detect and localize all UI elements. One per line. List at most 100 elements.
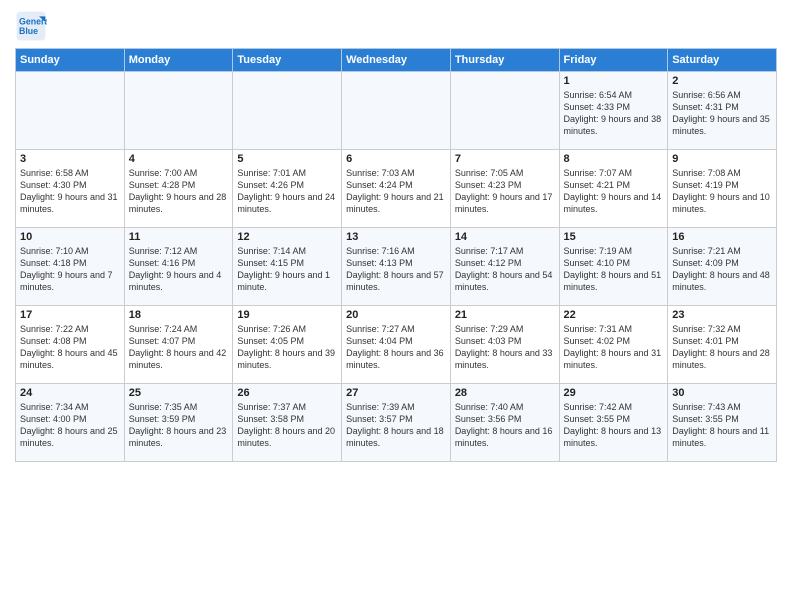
day-cell: 17 Sunrise: 7:22 AM Sunset: 4:08 PM Dayli… (16, 306, 125, 384)
day-info: Sunrise: 7:17 AM Sunset: 4:12 PM Dayligh… (455, 245, 555, 294)
logo: General Blue (15, 10, 51, 42)
day-info: Sunrise: 7:05 AM Sunset: 4:23 PM Dayligh… (455, 167, 555, 216)
day-cell (124, 72, 233, 150)
header-day-sunday: Sunday (16, 49, 125, 72)
day-info: Sunrise: 7:14 AM Sunset: 4:15 PM Dayligh… (237, 245, 337, 294)
day-info: Sunrise: 7:00 AM Sunset: 4:28 PM Dayligh… (129, 167, 229, 216)
day-info: Sunrise: 7:31 AM Sunset: 4:02 PM Dayligh… (564, 323, 664, 372)
day-cell: 5Sunrise: 7:01 AM Sunset: 4:26 PM Daylig… (233, 150, 342, 228)
svg-text:Blue: Blue (19, 26, 38, 36)
day-number: 4 (129, 153, 229, 165)
day-info: Sunrise: 7:37 AM Sunset: 3:58 PM Dayligh… (237, 401, 337, 450)
day-cell (16, 72, 125, 150)
day-cell: 21 Sunrise: 7:29 AM Sunset: 4:03 PM Dayli… (450, 306, 559, 384)
day-number: 23 (672, 309, 772, 321)
day-info: Sunrise: 7:42 AM Sunset: 3:55 PM Dayligh… (564, 401, 664, 450)
day-cell: 25 Sunrise: 7:35 AM Sunset: 3:59 PM Dayli… (124, 384, 233, 462)
day-number: 21 (455, 309, 555, 321)
logo-icon: General Blue (15, 10, 47, 42)
day-cell: 16 Sunrise: 7:21 AM Sunset: 4:09 PM Dayli… (668, 228, 777, 306)
day-number: 7 (455, 153, 555, 165)
day-info: Sunrise: 7:35 AM Sunset: 3:59 PM Dayligh… (129, 401, 229, 450)
day-info: Sunrise: 7:32 AM Sunset: 4:01 PM Dayligh… (672, 323, 772, 372)
day-cell: 2Sunrise: 6:56 AM Sunset: 4:31 PM Daylig… (668, 72, 777, 150)
header-day-saturday: Saturday (668, 49, 777, 72)
header-day-wednesday: Wednesday (342, 49, 451, 72)
day-info: Sunrise: 6:56 AM Sunset: 4:31 PM Dayligh… (672, 89, 772, 138)
day-info: Sunrise: 6:54 AM Sunset: 4:33 PM Dayligh… (564, 89, 664, 138)
header-day-monday: Monday (124, 49, 233, 72)
day-info: Sunrise: 7:34 AM Sunset: 4:00 PM Dayligh… (20, 401, 120, 450)
day-info: Sunrise: 7:22 AM Sunset: 4:08 PM Dayligh… (20, 323, 120, 372)
day-cell: 23 Sunrise: 7:32 AM Sunset: 4:01 PM Dayli… (668, 306, 777, 384)
header: General Blue (15, 10, 777, 42)
week-row-4: 17 Sunrise: 7:22 AM Sunset: 4:08 PM Dayli… (16, 306, 777, 384)
day-info: Sunrise: 7:27 AM Sunset: 4:04 PM Dayligh… (346, 323, 446, 372)
day-info: Sunrise: 7:07 AM Sunset: 4:21 PM Dayligh… (564, 167, 664, 216)
day-number: 30 (672, 387, 772, 399)
day-info: Sunrise: 7:08 AM Sunset: 4:19 PM Dayligh… (672, 167, 772, 216)
day-number: 6 (346, 153, 446, 165)
day-number: 19 (237, 309, 337, 321)
week-row-3: 10 Sunrise: 7:10 AM Sunset: 4:18 PM Dayli… (16, 228, 777, 306)
page: General Blue SundayMondayTuesdayWednesda… (0, 0, 792, 612)
calendar-body: 1 Sunrise: 6:54 AM Sunset: 4:33 PM Daylig… (16, 72, 777, 462)
day-cell: 12 Sunrise: 7:14 AM Sunset: 4:15 PM Dayli… (233, 228, 342, 306)
week-row-2: 3Sunrise: 6:58 AM Sunset: 4:30 PM Daylig… (16, 150, 777, 228)
day-cell: 24 Sunrise: 7:34 AM Sunset: 4:00 PM Dayli… (16, 384, 125, 462)
day-info: Sunrise: 7:03 AM Sunset: 4:24 PM Dayligh… (346, 167, 446, 216)
day-info: Sunrise: 7:16 AM Sunset: 4:13 PM Dayligh… (346, 245, 446, 294)
day-cell: 18Sunrise: 7:24 AM Sunset: 4:07 PM Dayli… (124, 306, 233, 384)
day-number: 28 (455, 387, 555, 399)
day-cell: 22 Sunrise: 7:31 AM Sunset: 4:02 PM Dayli… (559, 306, 668, 384)
day-cell: 7 Sunrise: 7:05 AM Sunset: 4:23 PM Daylig… (450, 150, 559, 228)
day-cell: 3Sunrise: 6:58 AM Sunset: 4:30 PM Daylig… (16, 150, 125, 228)
day-number: 20 (346, 309, 446, 321)
day-number: 27 (346, 387, 446, 399)
day-info: Sunrise: 7:19 AM Sunset: 4:10 PM Dayligh… (564, 245, 664, 294)
day-info: Sunrise: 7:26 AM Sunset: 4:05 PM Dayligh… (237, 323, 337, 372)
day-cell: 11Sunrise: 7:12 AM Sunset: 4:16 PM Dayli… (124, 228, 233, 306)
day-info: Sunrise: 7:39 AM Sunset: 3:57 PM Dayligh… (346, 401, 446, 450)
day-info: Sunrise: 7:01 AM Sunset: 4:26 PM Dayligh… (237, 167, 337, 216)
day-info: Sunrise: 7:21 AM Sunset: 4:09 PM Dayligh… (672, 245, 772, 294)
day-info: Sunrise: 6:58 AM Sunset: 4:30 PM Dayligh… (20, 167, 120, 216)
header-day-thursday: Thursday (450, 49, 559, 72)
calendar-table: SundayMondayTuesdayWednesdayThursdayFrid… (15, 48, 777, 462)
day-info: Sunrise: 7:12 AM Sunset: 4:16 PM Dayligh… (129, 245, 229, 294)
day-number: 9 (672, 153, 772, 165)
day-number: 12 (237, 231, 337, 243)
day-info: Sunrise: 7:29 AM Sunset: 4:03 PM Dayligh… (455, 323, 555, 372)
day-number: 16 (672, 231, 772, 243)
day-number: 15 (564, 231, 664, 243)
day-cell: 30 Sunrise: 7:43 AM Sunset: 3:55 PM Dayli… (668, 384, 777, 462)
day-number: 18 (129, 309, 229, 321)
day-cell: 4 Sunrise: 7:00 AM Sunset: 4:28 PM Daylig… (124, 150, 233, 228)
day-number: 17 (20, 309, 120, 321)
day-cell: 10 Sunrise: 7:10 AM Sunset: 4:18 PM Dayli… (16, 228, 125, 306)
day-info: Sunrise: 7:43 AM Sunset: 3:55 PM Dayligh… (672, 401, 772, 450)
day-number: 24 (20, 387, 120, 399)
day-cell: 26 Sunrise: 7:37 AM Sunset: 3:58 PM Dayli… (233, 384, 342, 462)
day-cell: 19 Sunrise: 7:26 AM Sunset: 4:05 PM Dayli… (233, 306, 342, 384)
day-cell (342, 72, 451, 150)
day-number: 10 (20, 231, 120, 243)
header-row: SundayMondayTuesdayWednesdayThursdayFrid… (16, 49, 777, 72)
day-number: 13 (346, 231, 446, 243)
day-cell: 6 Sunrise: 7:03 AM Sunset: 4:24 PM Daylig… (342, 150, 451, 228)
day-cell (233, 72, 342, 150)
day-cell: 20 Sunrise: 7:27 AM Sunset: 4:04 PM Dayli… (342, 306, 451, 384)
day-info: Sunrise: 7:40 AM Sunset: 3:56 PM Dayligh… (455, 401, 555, 450)
day-info: Sunrise: 7:10 AM Sunset: 4:18 PM Dayligh… (20, 245, 120, 294)
day-cell: 8Sunrise: 7:07 AM Sunset: 4:21 PM Daylig… (559, 150, 668, 228)
header-day-friday: Friday (559, 49, 668, 72)
header-day-tuesday: Tuesday (233, 49, 342, 72)
day-number: 25 (129, 387, 229, 399)
day-number: 22 (564, 309, 664, 321)
day-number: 26 (237, 387, 337, 399)
day-number: 14 (455, 231, 555, 243)
day-cell: 28 Sunrise: 7:40 AM Sunset: 3:56 PM Dayli… (450, 384, 559, 462)
day-cell: 15 Sunrise: 7:19 AM Sunset: 4:10 PM Dayli… (559, 228, 668, 306)
day-cell: 29Sunrise: 7:42 AM Sunset: 3:55 PM Dayli… (559, 384, 668, 462)
day-number: 1 (564, 75, 664, 87)
